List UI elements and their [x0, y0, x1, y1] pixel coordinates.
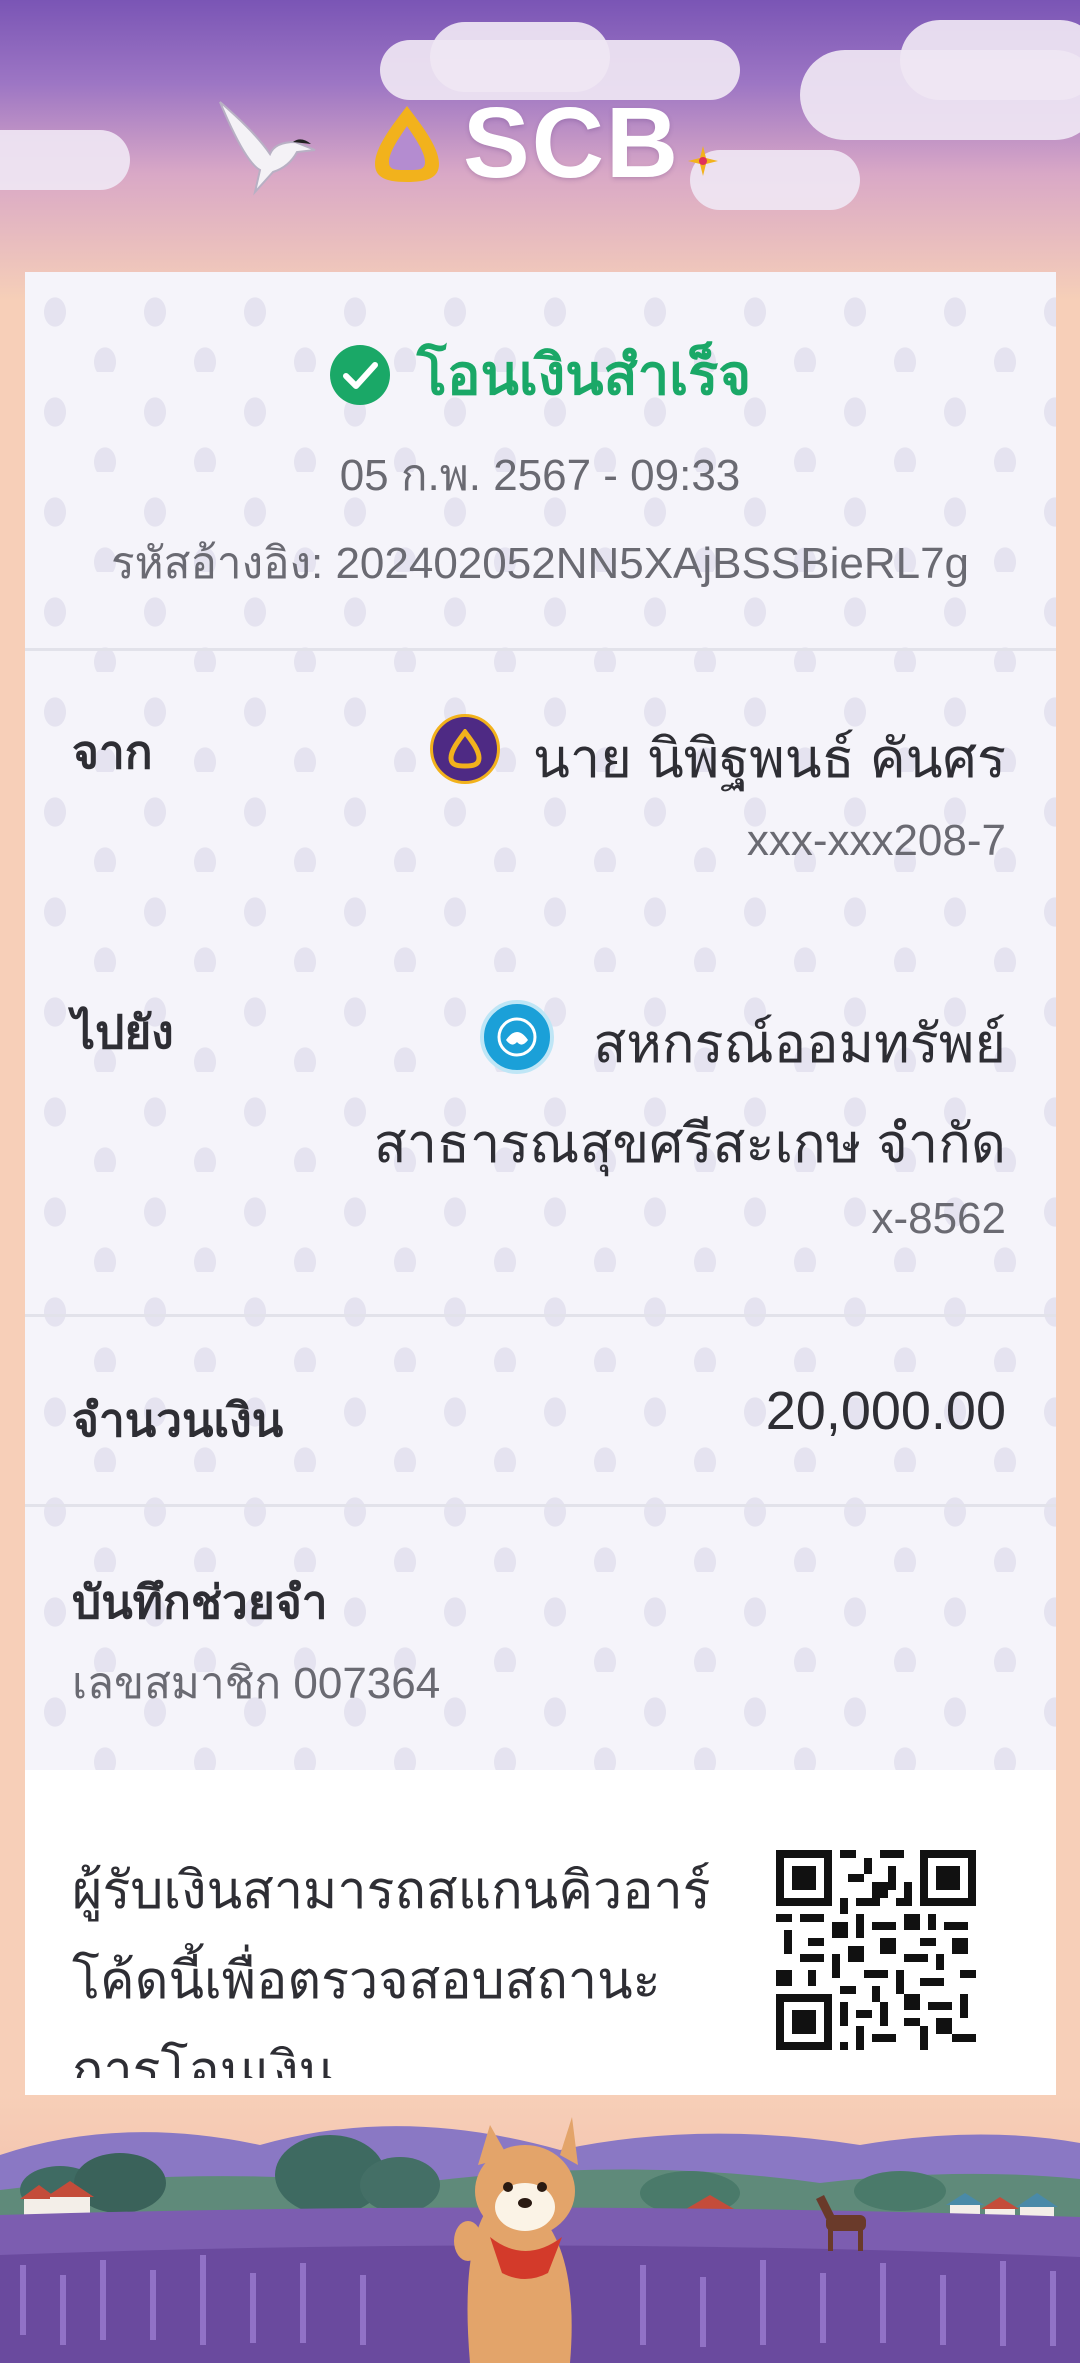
amount-label: จำนวนเงิน: [72, 1394, 284, 1446]
qr-instruction-line: ผู้รับเงินสามารถสแกนคิวอาร์: [72, 1862, 711, 1920]
qr-instruction: ผู้รับเงินสามารถสแกนคิวอาร์ โค้ดนี้เพื่อ…: [72, 1846, 712, 2116]
sender-name: นาย นิพิฐพนธ์ คันศร: [533, 729, 1006, 789]
qr-code-icon[interactable]: [776, 1850, 976, 2050]
landscape-illustration: [0, 2095, 1080, 2363]
recipient-account: x-8562: [871, 1194, 1006, 1243]
transaction-datetime: 05 ก.พ. 2567 - 09:33: [339, 451, 741, 500]
divider: [25, 1314, 1056, 1317]
scb-logo: SCB: [365, 86, 720, 201]
bird-icon: [219, 101, 316, 196]
reference-code: รหัสอ้างอิง: 202402052NN5XAjBSSBieRL7g: [110, 539, 970, 588]
from-label: จาก: [72, 726, 153, 778]
scb-bank-icon: [430, 714, 500, 784]
to-label: ไปยัง: [72, 1006, 174, 1058]
recipient-name-line2: สาธารณสุขศรีสะเกษ จำกัด: [373, 1114, 1006, 1174]
qr-instruction-line: โค้ดนี้เพื่อตรวจสอบสถานะ: [72, 1952, 661, 2010]
krungthai-bank-icon: [480, 1000, 554, 1074]
memo-value: เลขสมาชิก 007364: [72, 1659, 441, 1708]
cloud: [430, 22, 610, 92]
logo-text: SCB: [463, 87, 681, 199]
cloud: [0, 130, 130, 190]
scb-logo-icon: [375, 105, 439, 182]
sender-account: xxx-xxx208-7: [746, 816, 1006, 865]
divider: [25, 648, 1056, 651]
check-circle-icon: [329, 344, 390, 405]
status-text: โอนเงินสำเร็จ: [416, 343, 752, 406]
divider: [25, 1504, 1056, 1507]
amount-value: 20,000.00: [765, 1381, 1006, 1441]
transfer-status: โอนเงินสำเร็จ: [0, 330, 1080, 419]
memo-label: บันทึกช่วยจำ: [72, 1576, 328, 1628]
landscape-scene: [0, 2117, 1080, 2363]
header-banner: SCB: [0, 0, 1080, 300]
sparkle-icon: [688, 145, 719, 176]
recipient-name-line1: สหกรณ์ออมทรัพย์: [593, 1014, 1006, 1074]
cloud: [900, 20, 1080, 100]
